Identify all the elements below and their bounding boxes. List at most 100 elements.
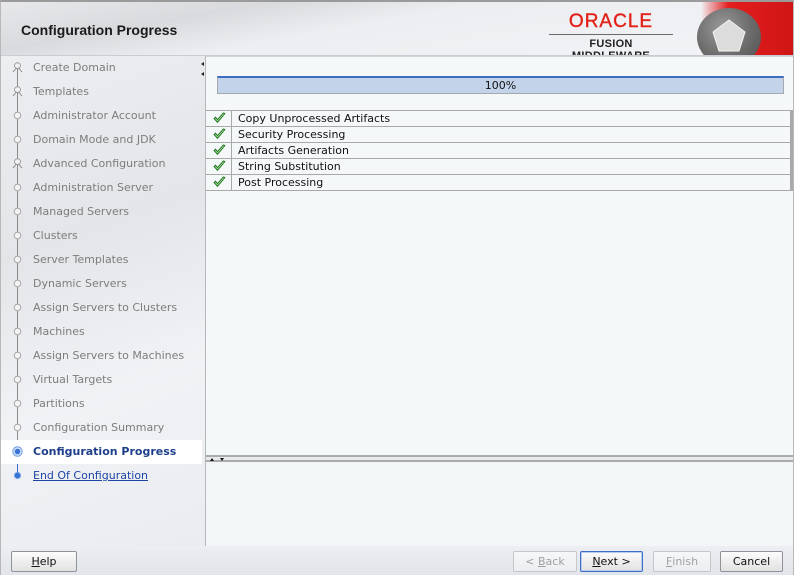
footer-button-bar: Help < Back Next > Finish Cancel [1,546,793,575]
step-circle-icon [13,399,22,408]
step-circle-icon [13,423,22,432]
task-row: Security Processing [206,127,793,143]
nav-step-label: Assign Servers to Clusters [33,301,178,314]
nav-step-administrator-account: Administrator Account [1,104,202,128]
task-row: String Substitution [206,159,793,175]
nav-step-assign-servers-to-machines: Assign Servers to Machines [1,344,202,368]
task-status-cell [206,159,232,174]
help-mnemonic: H [31,555,40,568]
task-status-cell [206,175,232,190]
oracle-logo: ORACLE FUSION MIDDLEWARE [549,11,673,62]
nav-step-virtual-targets: Virtual Targets [1,368,202,392]
step-circle-icon [13,255,22,264]
nav-step-label: Assign Servers to Machines [33,349,185,362]
step-branch-icon [12,158,23,169]
task-label: Security Processing [238,128,346,141]
step-circle-icon [13,111,22,120]
task-label: Post Processing [238,176,324,189]
nav-step-label: Partitions [33,397,85,410]
log-output[interactable] [206,462,793,546]
nav-step-end-of-configuration[interactable]: End Of Configuration [1,464,202,488]
step-branch-icon [12,62,23,73]
step-circle-icon [13,135,22,144]
task-label: Copy Unprocessed Artifacts [238,112,391,125]
finish-button[interactable]: Finish [653,551,711,572]
nav-step-label: Domain Mode and JDK [33,133,156,146]
nav-step-create-domain: Create Domain [1,56,202,80]
step-current-icon [12,446,23,457]
step-circle-icon [13,231,22,240]
installer-window: Configuration Progress ORACLE FUSION MID… [0,0,794,575]
nav-step-domain-mode-and-jdk: Domain Mode and JDK [1,128,202,152]
nav-step-server-templates: Server Templates [1,248,202,272]
task-status-cell [206,143,232,158]
nav-step-label: Create Domain [33,61,116,74]
nav-step-label: Configuration Progress [33,445,177,458]
step-circle-icon [13,207,22,216]
nav-step-label: Configuration Summary [33,421,165,434]
nav-step-label[interactable]: End Of Configuration [33,469,148,482]
back-prefix: < [525,555,538,568]
nav-step-label: Administrator Account [33,109,156,122]
help-label: elp [39,555,57,568]
nav-step-label: Managed Servers [33,205,129,218]
back-mnemonic: B [538,555,546,568]
nav-step-label: Templates [33,85,89,98]
task-label: Artifacts Generation [238,144,349,157]
cancel-button[interactable]: Cancel [720,551,783,572]
task-row: Artifacts Generation [206,143,793,159]
progress-label: 100% [484,79,517,92]
check-icon [213,128,226,139]
step-circle-icon [13,183,22,192]
check-icon [213,144,226,155]
next-label: ext > [600,555,631,568]
step-circle-icon [13,303,22,312]
step-circle-icon [13,279,22,288]
header: Configuration Progress ORACLE FUSION MID… [1,2,793,62]
task-list: Copy Unprocessed Artifacts Security Proce… [206,110,793,191]
step-pending-icon [13,471,22,480]
nav-step-configuration-progress[interactable]: Configuration Progress [1,440,202,464]
next-mnemonic: N [592,555,601,568]
nav-step-assign-servers-to-clusters: Assign Servers to Clusters [1,296,202,320]
check-icon [213,112,226,123]
nav-step-advanced-configuration: Advanced Configuration [1,152,202,176]
task-row: Post Processing [206,175,793,191]
next-button[interactable]: Next > [580,551,643,572]
nav-step-dynamic-servers: Dynamic Servers [1,272,202,296]
nav-step-label: Clusters [33,229,78,242]
nav-step-managed-servers: Managed Servers [1,200,202,224]
back-button[interactable]: < Back [513,551,577,572]
wizard-steps-nav: Create Domain Templates Administrator Acco… [1,56,202,546]
nav-step-label: Administration Server [33,181,154,194]
nav-step-configuration-summary: Configuration Summary [1,416,202,440]
nav-step-partitions: Partitions [1,392,202,416]
nav-step-label: Advanced Configuration [33,157,166,170]
step-circle-icon [13,351,22,360]
task-status-cell [206,127,232,142]
check-icon [213,176,226,187]
step-circle-icon [13,327,22,336]
nav-step-label: Dynamic Servers [33,277,127,290]
brand-divider [549,34,673,35]
log-splitter[interactable] [206,455,793,462]
main-panel: 100% Copy Unprocessed Artifacts Security … [205,56,793,546]
nav-step-label: Virtual Targets [33,373,113,386]
brand-name: ORACLE [568,11,654,32]
nav-step-machines: Machines [1,320,202,344]
progress-bar: 100% [217,76,784,94]
step-branch-icon [12,86,23,97]
nav-step-label: Machines [33,325,85,338]
finish-label: inish [672,555,699,568]
task-row: Copy Unprocessed Artifacts [206,111,793,127]
cancel-label: Cancel [732,555,771,568]
nav-step-clusters: Clusters [1,224,202,248]
nav-step-administration-server: Administration Server [1,176,202,200]
nav-step-templates: Templates [1,80,202,104]
help-button[interactable]: Help [11,551,77,572]
task-label: String Substitution [238,160,341,173]
task-status-cell [206,111,232,126]
nav-step-label: Server Templates [33,253,129,266]
check-icon [213,160,226,171]
back-label: ack [545,555,565,568]
